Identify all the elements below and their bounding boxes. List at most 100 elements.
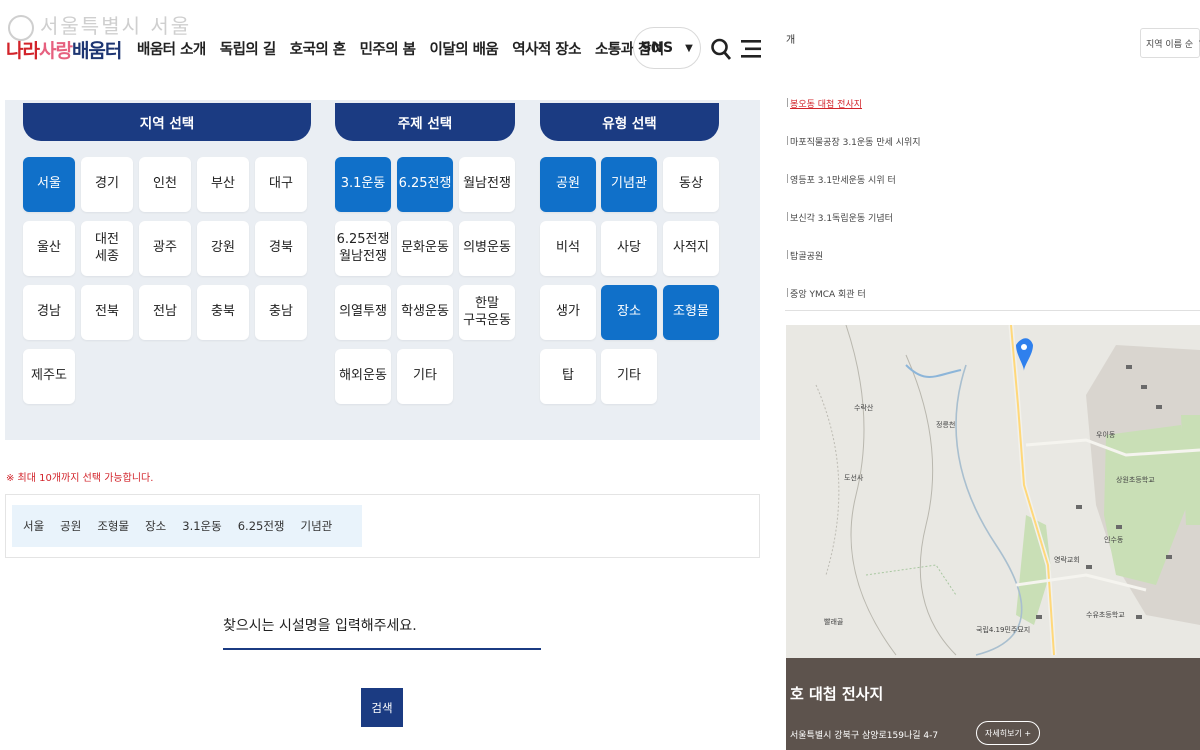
region-chip[interactable]: 제주도 [23,349,75,404]
region-chip[interactable]: 경남 [23,285,75,340]
type-chip[interactable]: 기타 [601,349,657,404]
search-icon[interactable] [711,38,731,60]
place-list-item[interactable]: | 탑골공원 [786,236,1200,274]
selected-tag[interactable]: 장소 [140,518,177,534]
theme-chip[interactable]: 해외운동 [335,349,391,404]
map-label: 우이동 [1096,431,1116,439]
region-chip[interactable]: 경북 [255,221,307,276]
type-chip-label: 기념관 [611,176,647,192]
selected-tag[interactable]: 6.25전쟁 [233,518,296,534]
region-chip[interactable]: 대전 세종 [81,221,133,276]
theme-chip-label: 월남전쟁 [463,176,511,192]
region-chip-label: 전남 [153,304,177,320]
search-button[interactable]: 검색 [361,688,403,727]
region-chip-label: 강원 [211,240,235,256]
sns-select-label: SNS [641,40,674,56]
watermark-text: 서울특별시 서울 [40,14,192,38]
selected-tag[interactable]: 공원 [55,518,92,534]
facility-search-input[interactable] [223,604,541,650]
selected-tag[interactable]: 3.1운동 [177,518,232,534]
nav-item[interactable]: 역사적 장소 [512,38,581,59]
theme-chip[interactable]: 문화운동 [397,221,453,276]
selected-tags: 서울 공원 조형물 장소 3.1운동 6.25전쟁 기념관 [12,505,362,547]
theme-chip-label: 한말 구국운동 [463,296,511,328]
region-chip[interactable]: 서울 [23,157,75,212]
place-name: 보신각 3.1독립운동 기념터 [790,213,893,224]
sns-select[interactable]: SNS ▼ [633,27,701,69]
region-chip[interactable]: 전남 [139,285,191,340]
nav-item[interactable]: 배움터 소개 [137,38,206,59]
theme-chip[interactable]: 6.25전쟁 [397,157,453,212]
theme-chip[interactable]: 월남전쟁 [459,157,515,212]
place-list-item[interactable]: | 중앙 YMCA 회관 터 [786,274,1200,312]
logo-part-2: 사랑 [38,40,73,62]
map-label: 정릉천 [936,421,956,429]
region-chip[interactable]: 강원 [197,221,249,276]
list-bullet-divider: | [786,98,790,108]
sort-select-label: 지역 이름 순 [1146,39,1194,50]
region-chip[interactable]: 인천 [139,157,191,212]
type-chip[interactable]: 공원 [540,157,596,212]
region-chip[interactable]: 충북 [197,285,249,340]
theme-chip-label: 학생운동 [401,304,449,320]
place-detail-overlay: 호 대첩 전사지 서울특별시 강북구 삼양로159나길 4-7 자세히보기 + [786,658,1200,750]
map-label: 수락산 [854,404,874,412]
theme-chip-label: 의병운동 [463,240,511,256]
type-chip[interactable]: 사당 [601,221,657,276]
type-chip[interactable]: 탑 [540,349,596,404]
type-chip-label: 탑 [562,368,574,384]
region-chip[interactable]: 충남 [255,285,307,340]
nav-item[interactable]: 민주의 봄 [360,38,416,59]
region-chip[interactable]: 대구 [255,157,307,212]
type-chip[interactable]: 조형물 [663,285,719,340]
selected-tag[interactable]: 서울 [18,518,55,534]
site-logo[interactable]: 나라사랑배움터 [6,36,122,63]
region-chip[interactable]: 전북 [81,285,133,340]
region-chip[interactable]: 부산 [197,157,249,212]
region-chip-label: 부산 [211,176,235,192]
place-detail-address: 서울특별시 강북구 삼양로159나길 4-7 [790,731,939,741]
type-chip[interactable]: 사적지 [663,221,719,276]
theme-chip[interactable]: 의병운동 [459,221,515,276]
nav-item[interactable]: 이달의 배움 [430,38,499,59]
theme-group-title: 주제 선택 [335,103,515,141]
place-list-item[interactable]: | 마포직물공장 3.1운동 만세 시위지 [786,122,1200,160]
place-name: 봉오동 대첩 전사지 [790,99,863,110]
list-bullet-divider: | [786,136,790,146]
place-name: 영등포 3.1만세운동 시위 터 [790,175,896,186]
theme-chip[interactable]: 기타 [397,349,453,404]
region-chip[interactable]: 울산 [23,221,75,276]
type-chip[interactable]: 비석 [540,221,596,276]
place-list: | 봉오동 대첩 전사지 | 마포직물공장 3.1운동 만세 시위지 | 영등포 3.1만… [786,84,1200,312]
selected-tag[interactable]: 기념관 [295,518,343,534]
theme-chip[interactable]: 한말 구국운동 [459,285,515,340]
theme-chip[interactable]: 6.25전쟁 월남전쟁 [335,221,391,276]
type-chip[interactable]: 동상 [663,157,719,212]
location-map[interactable]: 수락산 도선사 정릉천 우이동 상원초등학교 인수동 수유초등학교 영락교회 국… [786,325,1200,750]
selected-tag[interactable]: 조형물 [92,518,140,534]
region-chip-label: 광주 [153,240,177,256]
type-chip-label: 사적지 [673,240,709,256]
place-list-item[interactable]: | 영등포 3.1만세운동 시위 터 [786,160,1200,198]
sort-select[interactable]: 지역 이름 순 ▼ [1140,28,1200,58]
type-chip-label: 장소 [617,304,641,320]
type-chip[interactable]: 생가 [540,285,596,340]
type-chip-label: 비석 [556,240,580,256]
theme-chip[interactable]: 의열투쟁 [335,285,391,340]
type-chip[interactable]: 기념관 [601,157,657,212]
place-list-item[interactable]: | 봉오동 대첩 전사지 [786,84,1200,122]
region-chip[interactable]: 경기 [81,157,133,212]
place-list-item[interactable]: | 보신각 3.1독립운동 기념터 [786,198,1200,236]
map-label: 영락교회 [1054,556,1080,564]
view-details-button[interactable]: 자세히보기 + [976,721,1041,745]
theme-chip[interactable]: 학생운동 [397,285,453,340]
filter-area: 지역 선택 주제 선택 유형 선택 서울 경기 인천 부산 대구 울산 대전 세종 광주 강원 경… [5,100,760,440]
map-label: 상원초등학교 [1116,476,1155,484]
nav-item[interactable]: 독립의 길 [220,38,276,59]
type-chip[interactable]: 장소 [601,285,657,340]
region-chip-label: 대구 [269,176,293,192]
nav-item[interactable]: 호국의 혼 [290,38,346,59]
region-chip[interactable]: 광주 [139,221,191,276]
menu-icon[interactable] [741,38,761,60]
theme-chip[interactable]: 3.1운동 [335,157,391,212]
